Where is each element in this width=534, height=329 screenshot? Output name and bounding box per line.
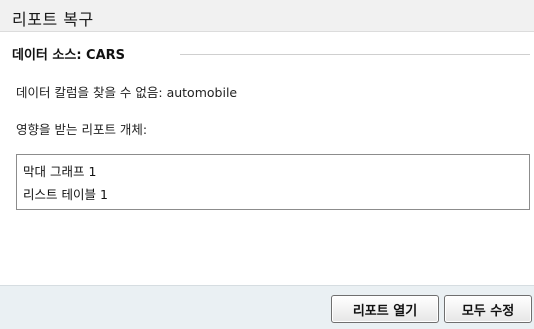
section-divider: [180, 54, 530, 55]
open-report-button[interactable]: 리포트 열기: [331, 295, 439, 323]
fix-all-button[interactable]: 모두 수정: [444, 295, 532, 323]
dialog-titlebar: 리포트 복구: [0, 0, 534, 32]
missing-column-message: 데이터 칼럼을 찾을 수 없음: automobile: [16, 85, 238, 100]
list-item[interactable]: 리스트 테이블 1: [23, 184, 108, 203]
affected-objects-list[interactable]: 막대 그래프 1 리스트 테이블 1: [16, 154, 530, 210]
data-source-label: 데이터 소스: CARS: [12, 44, 134, 63]
list-item[interactable]: 막대 그래프 1: [23, 161, 96, 180]
data-source-section-header: 데이터 소스: CARS: [0, 33, 534, 73]
report-recovery-dialog: 리포트 복구 데이터 소스: CARS 데이터 칼럼을 찾을 수 없음: aut…: [0, 0, 534, 329]
dialog-footer: 리포트 열기 모두 수정: [0, 285, 534, 329]
affected-objects-label: 영향을 받는 리포트 개체:: [16, 122, 148, 137]
dialog-title: 리포트 복구: [12, 10, 94, 29]
